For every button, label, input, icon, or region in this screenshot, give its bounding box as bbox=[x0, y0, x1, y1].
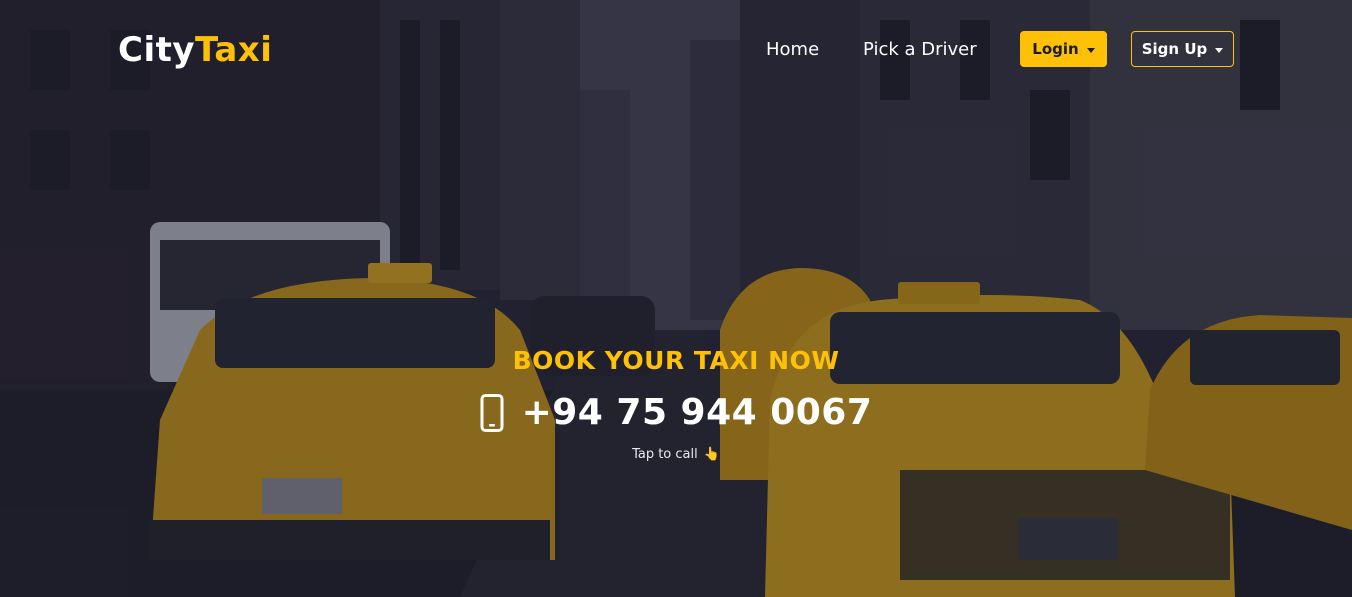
tap-to-call-text: Tap to call bbox=[632, 447, 698, 462]
brand-taxi-text: Taxi bbox=[195, 30, 273, 70]
hero-section: CityTaxi Home Pick a Driver Login Sign U… bbox=[0, 0, 1352, 597]
login-label: Login bbox=[1032, 40, 1079, 58]
nav-home-link[interactable]: Home bbox=[766, 39, 819, 60]
hero-headline: BOOK YOUR TAXI NOW bbox=[512, 346, 840, 375]
login-dropdown-button[interactable]: Login bbox=[1020, 31, 1107, 67]
phone-number-link[interactable]: +94 75 944 0067 bbox=[522, 392, 873, 433]
nav-pick-driver-link[interactable]: Pick a Driver bbox=[863, 39, 977, 60]
brand-city-text: City bbox=[118, 30, 196, 70]
tap-to-call-hint: Tap to call 👆 bbox=[0, 447, 1352, 462]
dark-overlay bbox=[0, 0, 1352, 597]
brand-logo[interactable]: CityTaxi bbox=[118, 30, 272, 70]
caret-down-icon bbox=[1215, 47, 1224, 53]
call-row[interactable]: +94 75 944 0067 bbox=[0, 392, 1352, 433]
caret-down-icon bbox=[1086, 47, 1095, 53]
mobile-phone-icon bbox=[480, 393, 504, 432]
signup-dropdown-button[interactable]: Sign Up bbox=[1131, 31, 1234, 67]
pointing-hand-icon: 👆 bbox=[703, 447, 720, 462]
signup-label: Sign Up bbox=[1141, 40, 1208, 58]
